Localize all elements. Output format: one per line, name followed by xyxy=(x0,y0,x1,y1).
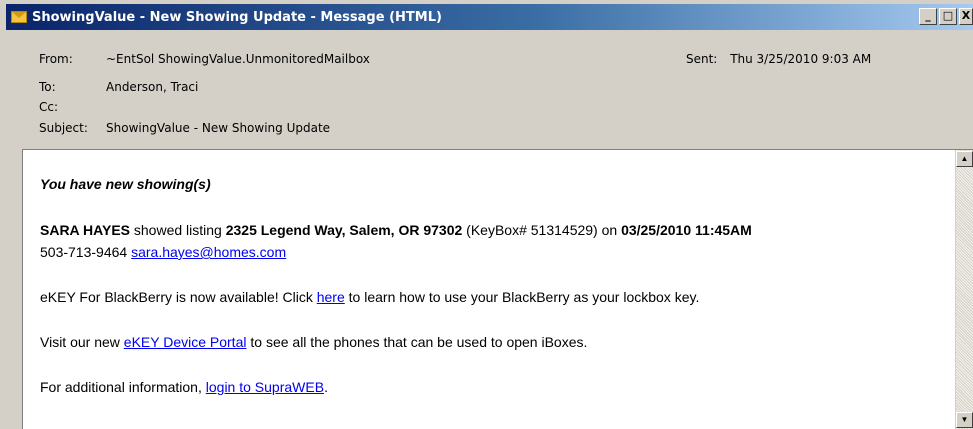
info-text-pre: For additional information, xyxy=(40,379,206,395)
portal-text-post: to see all the phones that can be used t… xyxy=(246,334,588,350)
sent-row: Sent: Thu 3/25/2010 9:03 AM xyxy=(686,52,871,66)
to-label: To: xyxy=(39,80,56,94)
message-window: ShowingValue - New Showing Update - Mess… xyxy=(0,0,973,429)
ekey-text-post: to learn how to use your BlackBerry as y… xyxy=(344,289,700,305)
window-controls: _ □ X xyxy=(919,8,973,25)
showing-datetime: 03/25/2010 11:45AM xyxy=(621,222,752,238)
message-body[interactable]: You have new showing(s) SARA HAYES showe… xyxy=(22,149,973,429)
keybox-text: (KeyBox# 51314529) on xyxy=(462,222,622,238)
scroll-up-button[interactable]: ▲ xyxy=(956,151,973,167)
sent-label: Sent: xyxy=(686,52,718,66)
arrow-up-icon: ▲ xyxy=(960,154,969,163)
envelope-icon xyxy=(11,11,27,23)
email-link[interactable]: sara.hayes@homes.com xyxy=(131,244,286,260)
title-bar[interactable]: ShowingValue - New Showing Update - Mess… xyxy=(6,4,973,30)
subject-value: ShowingValue - New Showing Update xyxy=(106,121,331,135)
showed-listing-text: showed listing xyxy=(130,222,226,238)
phone-number: 503-713-9464 xyxy=(40,244,132,260)
ekey-device-portal-link[interactable]: eKEY Device Portal xyxy=(124,334,247,350)
minimize-button[interactable]: _ xyxy=(919,8,937,25)
scroll-down-button[interactable]: ▼ xyxy=(956,412,973,428)
new-showing-notice: You have new showing(s) xyxy=(40,176,211,192)
contact-line: 503-713-9464 sara.hayes@homes.com xyxy=(40,244,286,260)
window-title: ShowingValue - New Showing Update - Mess… xyxy=(32,9,442,25)
message-header: From: ~EntSol ShowingValue.UnmonitoredMa… xyxy=(0,30,973,140)
info-line: For additional information, login to Sup… xyxy=(40,379,328,395)
portal-text-pre: Visit our new xyxy=(40,334,124,350)
ekey-line: eKEY For BlackBerry is now available! Cl… xyxy=(40,289,699,305)
here-link[interactable]: here xyxy=(317,289,345,305)
subject-label: Subject: xyxy=(39,121,88,135)
to-value[interactable]: Anderson, Traci xyxy=(106,80,198,94)
cc-label: Cc: xyxy=(39,100,59,114)
supraweb-login-link[interactable]: login to SupraWEB xyxy=(206,379,324,395)
from-value[interactable]: ~EntSol ShowingValue.UnmonitoredMailbox xyxy=(106,52,370,66)
info-text-post: . xyxy=(324,379,328,395)
showing-details: SARA HAYES showed listing 2325 Legend Wa… xyxy=(40,222,752,238)
portal-line: Visit our new eKEY Device Portal to see … xyxy=(40,334,587,350)
maximize-button[interactable]: □ xyxy=(939,8,957,25)
vertical-scrollbar[interactable]: ▲ ▼ xyxy=(955,150,973,429)
sent-value: Thu 3/25/2010 9:03 AM xyxy=(730,52,872,66)
agent-name: SARA HAYES xyxy=(40,222,130,238)
arrow-down-icon: ▼ xyxy=(960,415,969,424)
close-button[interactable]: X xyxy=(959,8,973,25)
ekey-text-pre: eKEY For BlackBerry is now available! Cl… xyxy=(40,289,317,305)
listing-address: 2325 Legend Way, Salem, OR 97302 xyxy=(225,222,463,238)
from-label: From: xyxy=(39,52,73,66)
